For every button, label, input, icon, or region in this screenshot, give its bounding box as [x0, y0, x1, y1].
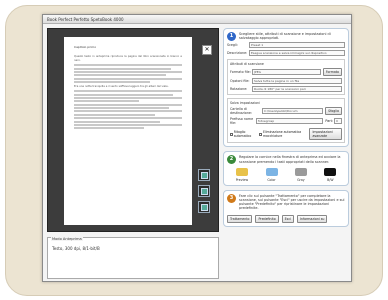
auto-crop-label: Ritaglio automatico [233, 130, 252, 139]
text-line [74, 107, 170, 110]
preview-page[interactable]: Capitolo primo Questo testo in anteprima… [64, 37, 192, 225]
format-select[interactable]: JPEG [252, 69, 321, 76]
fit-page-button[interactable] [198, 169, 210, 181]
description-field[interactable]: Esegue scansione e salva immagini sul di… [249, 50, 345, 57]
text-line [74, 74, 166, 77]
text-line [74, 81, 150, 84]
text-line [74, 120, 161, 123]
text-line [74, 90, 182, 93]
text-line [74, 93, 174, 96]
text-line [74, 96, 182, 99]
start-field[interactable]: 0 [334, 118, 342, 125]
mode-label: Preview [235, 177, 249, 182]
process-button[interactable]: Trattamento [227, 214, 253, 223]
text-line [74, 103, 182, 106]
prefix-label: Prefisso nome file: [230, 117, 254, 126]
text-line [74, 117, 182, 120]
text-line [74, 100, 139, 103]
rotation-select[interactable]: Ruota di 180° per le scansioni pari [252, 86, 342, 93]
preview-icon [235, 167, 248, 176]
text-line [74, 113, 155, 116]
auto-crop-checkbox[interactable]: Ritaglio automatico [230, 130, 255, 138]
step-1-badge: 1 [227, 32, 236, 41]
step-3-badge: 3 [227, 193, 236, 203]
advanced-settings-button[interactable]: Impostazioni avanzate [309, 128, 343, 141]
page-paragraph: Era una notte tranquilla e il vento soff… [74, 84, 169, 88]
checkbox-box [230, 132, 233, 136]
text-line [74, 67, 172, 70]
scan-attributes-title: Attributi di scansione [230, 62, 264, 67]
checkbox-box [259, 132, 262, 136]
page-heading: Capitolo primo [74, 45, 97, 49]
settings-panel: 1 Scegliere stile, attributi di scansion… [223, 28, 349, 231]
destination-label: Cartella di destinazione: [230, 107, 253, 116]
close-preview-button[interactable]: ✕ [202, 45, 212, 55]
page-paragraph: Questo testo in anteprima riproduce la p… [74, 55, 182, 62]
text-line [74, 127, 145, 130]
preview-mode-box: Modo Anteprima Testo, 300 dpi, 8/1-bit/B [47, 237, 219, 279]
scan-attributes-group: Attributi di scansione Formato file: JPEG… [227, 59, 345, 96]
split-icon [200, 203, 208, 211]
start-label: Part: [325, 119, 333, 124]
scanner-window: Book Perfect Perfetto SpetoBook 4000 Cap… [42, 14, 352, 282]
save-settings-group: Salva impostazioni Cartella di destinazi… [227, 98, 345, 144]
page-icon [200, 171, 208, 179]
step-2-badge: 2 [227, 155, 236, 165]
mode-label: Color [267, 177, 276, 182]
step-1-intro: Scegliere stile, attributi di scansione … [239, 32, 331, 41]
step-3-intro: Fare clic sul pulsante "Trattamento" per… [239, 193, 345, 211]
step-2-panel: 2 Regolare la cornice nella finestra di … [223, 151, 349, 186]
exit-button[interactable]: Esci [281, 214, 294, 223]
format-button[interactable]: Formato [322, 68, 342, 77]
file-options-select[interactable]: Salva tutte le pagine in un file [252, 78, 342, 85]
step-1-panel: 1 Scegliere stile, attributi di scansion… [223, 28, 349, 148]
preview-panel: Capitolo primo Questo testo in anteprima… [47, 28, 219, 232]
text-line [74, 124, 182, 127]
format-label: Formato file: [230, 70, 251, 75]
destination-field[interactable]: C:\Users\pubbl\Docum [262, 108, 324, 115]
window-title: Book Perfect Perfetto SpetoBook 4000 [43, 15, 351, 24]
text-line [74, 70, 182, 73]
rotation-label: Rotazione: [230, 87, 248, 92]
step-3-panel: 3 Fare clic sul pulsante "Trattamento" p… [223, 189, 349, 227]
text-line [74, 64, 182, 67]
mode-color[interactable]: Color [265, 167, 278, 182]
zoom-button[interactable] [198, 185, 210, 197]
auto-clean-label: Eliminazione automatica macchiature [263, 130, 302, 139]
file-options-label: Opzioni file: [230, 79, 250, 84]
browse-button[interactable]: Sfoglia [325, 107, 342, 116]
prefix-field[interactable]: fotoegrosp [256, 118, 324, 125]
save-settings-title: Salva impostazioni [230, 101, 260, 106]
text-line [74, 77, 182, 80]
gray-icon [294, 167, 307, 176]
preview-mode-label: Modo Anteprima [51, 237, 83, 241]
color-icon [265, 167, 278, 176]
auto-clean-checkbox[interactable]: Eliminazione automatica macchiature [259, 130, 305, 138]
action-buttons: Trattamento Predefinito Esci Informazion… [227, 214, 345, 223]
mode-bw[interactable]: B/W [324, 167, 337, 182]
mode-preview[interactable]: Preview [235, 167, 249, 182]
preview-mode-value: Testo, 300 dpi, 8/1-bit/B [52, 246, 100, 251]
mode-gray[interactable]: Gray [294, 167, 307, 182]
description-label: Descrizione: [227, 51, 248, 56]
split-page-button[interactable] [198, 201, 210, 213]
style-label: Scegli: [227, 43, 238, 48]
preview-toolbar [198, 169, 212, 217]
zoom-icon [200, 187, 208, 195]
mode-label: Gray [297, 177, 305, 182]
mode-label: B/W [327, 177, 334, 182]
step-2-intro: Regolare la cornice nella finestra di an… [239, 155, 341, 164]
bw-icon [324, 167, 337, 176]
about-button[interactable]: Informazioni su [296, 214, 328, 223]
style-select[interactable]: Preset 1 [249, 42, 345, 49]
scan-modes: Preview Color Gray B/W [227, 167, 345, 182]
default-button[interactable]: Predefinito [255, 214, 279, 223]
text-line [74, 110, 182, 113]
